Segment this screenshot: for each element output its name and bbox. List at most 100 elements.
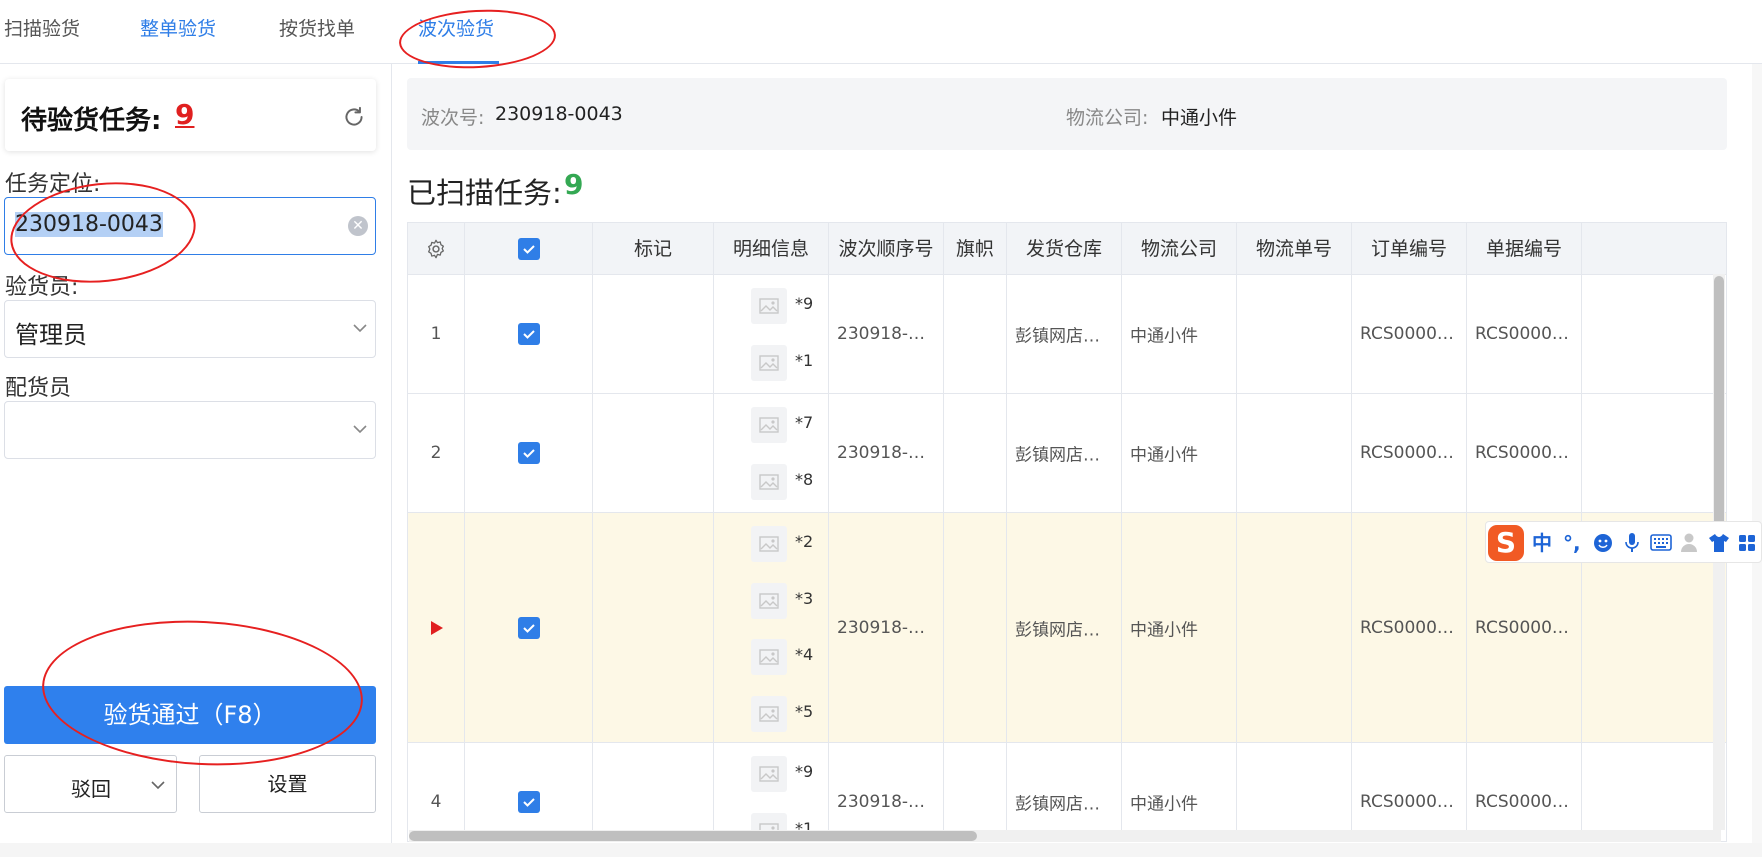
select-all-header[interactable] <box>465 223 593 275</box>
detail-qty: *9 <box>795 294 814 313</box>
details-cell: *2 *3 *4 *5 <box>714 513 829 742</box>
doc-no-cell: RCS00000966 <box>1475 617 1581 638</box>
image-placeholder-icon <box>751 696 787 732</box>
details-cell: *9 *1 <box>714 275 829 393</box>
warehouse-cell: 彭镇网店发… <box>1015 326 1117 347</box>
logistics-cell: 中通小件 <box>1130 620 1198 640</box>
gear-icon[interactable] <box>425 238 447 260</box>
detail-qty: *5 <box>795 702 814 721</box>
tab-bar: 扫描验货 整单验货 按货找单 波次验货 <box>0 0 1762 64</box>
task-locate-input[interactable]: 230918-0043 ✕ <box>4 197 376 255</box>
tab-scan-inspect[interactable]: 扫描验货 <box>4 14 80 41</box>
skin-shirt-icon[interactable] <box>1708 533 1730 553</box>
page-vertical-scrollbar[interactable] <box>1752 64 1762 857</box>
ime-toolbar[interactable]: S 中 °, <box>1485 521 1762 563</box>
detail-item: *4 <box>751 639 828 675</box>
user-icon[interactable] <box>1680 532 1700 554</box>
column-header-wave-seq[interactable]: 波次顺序号 <box>829 223 944 275</box>
detail-qty: *7 <box>795 413 814 432</box>
row-checkbox[interactable] <box>517 616 540 639</box>
wave-seq-cell: 230918-004… <box>837 324 943 344</box>
logistics-cell: 中通小件 <box>1130 326 1198 347</box>
inspector-label: 验货员: <box>5 275 79 300</box>
order-no-cell: RCS00000926 <box>1360 443 1466 463</box>
bottom-status-strip <box>0 843 1762 857</box>
active-tab-indicator <box>418 61 499 64</box>
row-checkbox[interactable] <box>517 323 540 345</box>
wave-info-bar: 波次号: 230918-0043 物流公司: 中通小件 <box>407 78 1727 150</box>
table-row[interactable]: 4 *9 *1 230918-004… 彭镇网店发… 中通小件 RCS00000… <box>408 743 1726 841</box>
inspector-select[interactable]: 管理员 <box>4 300 376 358</box>
microphone-icon[interactable] <box>1624 532 1640 554</box>
detail-item: *7 <box>751 407 828 443</box>
refresh-icon[interactable] <box>341 104 367 130</box>
pending-tasks-count[interactable]: 9 <box>175 98 194 131</box>
table-row[interactable]: 2 *7 *8 230918-004… 彭镇网店发… 中通小件 RCS00000… <box>408 394 1726 513</box>
detail-item: *1 <box>751 345 828 381</box>
image-placeholder-icon <box>751 464 787 500</box>
column-header-doc-no[interactable]: 单据编号 <box>1467 223 1582 275</box>
doc-no-cell: RCS00000874 <box>1475 324 1581 344</box>
image-placeholder-icon <box>751 583 787 619</box>
mark-cell <box>593 513 714 742</box>
reject-button-label: 驳回 <box>71 777 111 801</box>
inspection-pass-button[interactable]: 验货通过（F8） <box>4 686 376 744</box>
column-header-warehouse[interactable]: 发货仓库 <box>1007 223 1122 275</box>
row-checkbox[interactable] <box>517 442 540 464</box>
tab-find-order-by-goods[interactable]: 按货找单 <box>279 14 355 41</box>
order-no-cell: RCS00000874 <box>1360 324 1466 344</box>
settings-button[interactable]: 设置 <box>199 755 376 813</box>
sogou-logo-icon[interactable]: S <box>1488 525 1524 561</box>
wave-seq-cell: 230918-004… <box>837 443 943 463</box>
select-all-checkbox[interactable] <box>517 237 540 260</box>
table-horizontal-scrollbar[interactable] <box>409 830 1721 842</box>
column-settings-header[interactable] <box>408 223 465 275</box>
doc-no-cell: RCS00000926 <box>1475 443 1581 463</box>
picker-select[interactable] <box>4 401 376 459</box>
mark-cell <box>593 275 714 393</box>
ime-punctuation-toggle[interactable]: °, <box>1563 531 1581 555</box>
warehouse-cell: 彭镇网店发… <box>1015 620 1117 640</box>
horizontal-scroll-thumb[interactable] <box>409 831 977 841</box>
row-index: 1 <box>430 324 442 344</box>
keyboard-icon[interactable] <box>1650 534 1672 551</box>
table-row[interactable]: 1 *9 *1 230918-004… 彭镇网店发… 中通小件 RCS00000… <box>408 275 1726 394</box>
detail-item: *9 <box>751 288 828 324</box>
tab-wave-inspect[interactable]: 波次验货 <box>418 14 494 41</box>
column-header-details[interactable]: 明细信息 <box>714 223 829 275</box>
logistics-cell: 中通小件 <box>1130 445 1198 466</box>
reject-button[interactable]: 驳回 <box>4 755 177 813</box>
image-placeholder-icon <box>751 345 787 381</box>
row-index: 2 <box>430 443 442 463</box>
image-placeholder-icon <box>751 288 787 324</box>
clear-icon[interactable]: ✕ <box>348 216 368 236</box>
image-placeholder-icon <box>751 756 787 792</box>
mark-cell <box>593 394 714 512</box>
detail-qty: *2 <box>795 532 814 551</box>
column-header-mark[interactable]: 标记 <box>593 223 714 275</box>
tab-order-inspect[interactable]: 整单验货 <box>140 14 216 41</box>
chevron-down-icon[interactable] <box>149 776 167 794</box>
emoji-icon[interactable] <box>1593 533 1613 553</box>
detail-item: *3 <box>751 583 828 619</box>
chevron-down-icon <box>353 425 367 434</box>
toolbox-grid-icon[interactable] <box>1738 534 1756 552</box>
detail-item: *2 <box>751 526 828 562</box>
column-header-extra <box>1582 223 1726 275</box>
details-cell: *7 *8 <box>714 394 829 512</box>
column-header-logistics[interactable]: 物流公司 <box>1122 223 1237 275</box>
inspector-value: 管理员 <box>15 321 87 349</box>
left-panel: 待验货任务: 9 任务定位: 230918-0043 ✕ 验货员: 管理员 配货… <box>0 64 392 857</box>
column-header-order-no[interactable]: 订单编号 <box>1352 223 1467 275</box>
pending-tasks-card: 待验货任务: 9 <box>5 79 376 151</box>
image-placeholder-icon <box>751 407 787 443</box>
column-header-flag[interactable]: 旗帜 <box>944 223 1007 275</box>
ime-lang-toggle[interactable]: 中 <box>1532 531 1552 555</box>
scanned-tasks-title: 已扫描任务: <box>407 176 562 210</box>
column-header-tracking[interactable]: 物流单号 <box>1237 223 1352 275</box>
picker-label: 配货员 <box>5 376 72 401</box>
row-checkbox[interactable] <box>517 791 540 813</box>
detail-item: *9 <box>751 756 828 792</box>
row-index: 4 <box>430 792 442 812</box>
vertical-scroll-thumb[interactable] <box>1714 276 1724 526</box>
